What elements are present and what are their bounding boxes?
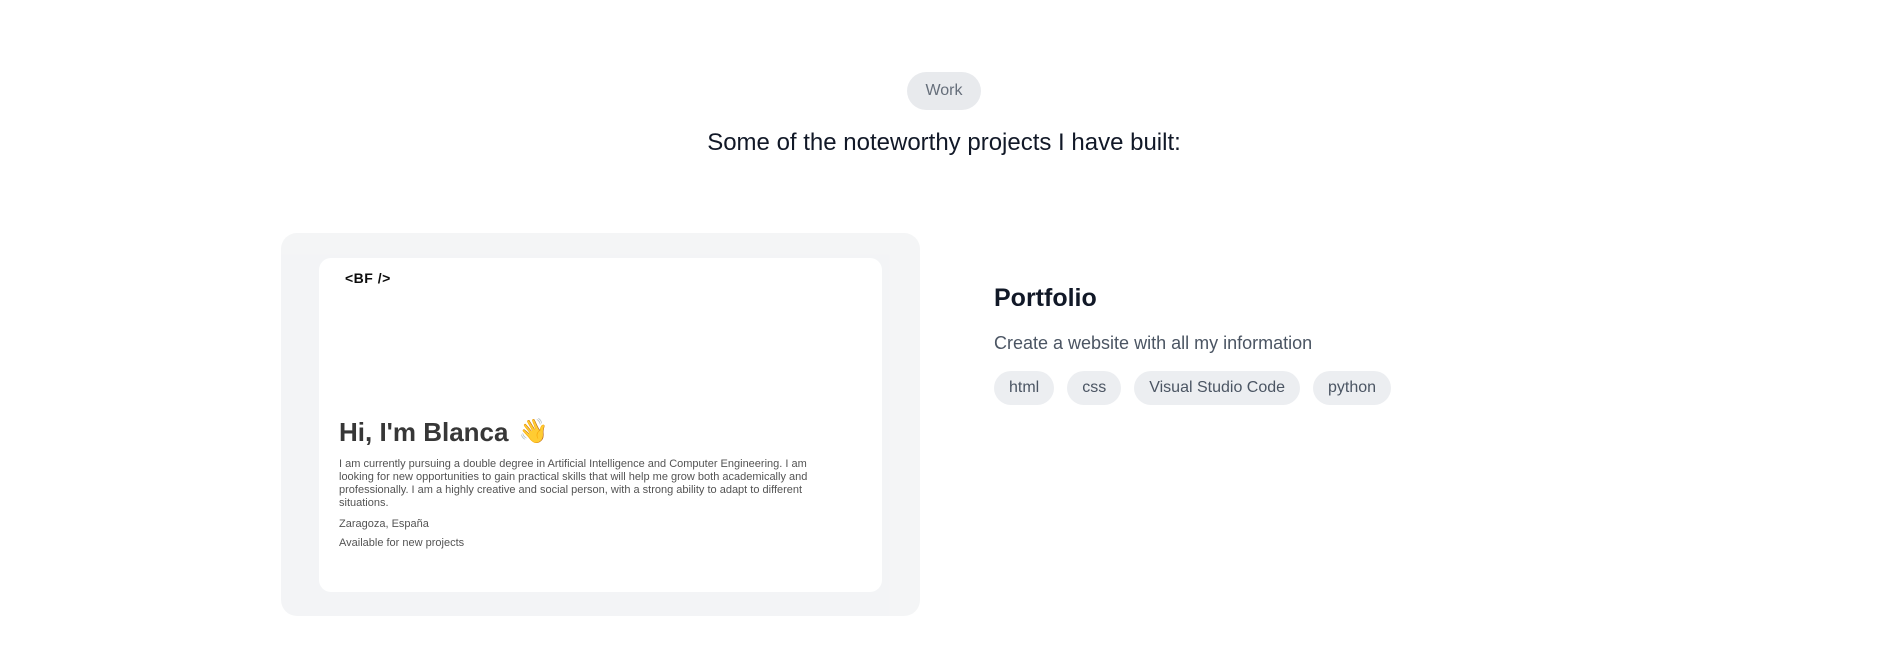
preview-location: Zaragoza, España [339,518,429,530]
work-section: Work Some of the noteworthy projects I h… [0,0,1888,658]
preview-hero: Hi, I'm Blanca 👋 I am currently pursuing… [339,416,839,550]
section-header: Work Some of the noteworthy projects I h… [0,72,1888,158]
preview-description: I am currently pursuing a double degree … [339,458,808,509]
project-info: Portfolio Create a website with all my i… [994,283,1594,405]
section-subtitle: Some of the noteworthy projects I have b… [707,129,1181,156]
preview-heading-text: Hi, I'm Blanca [339,417,509,447]
work-badge: Work [907,72,981,110]
preview-logo: <BF /> [345,270,391,286]
tag-vscode: Visual Studio Code [1134,371,1301,405]
project-preview-frame: <BF /> Hi, I'm Blanca 👋 I am currently p… [281,233,920,616]
preview-availability: Available for new projects [339,537,465,549]
waving-hand-icon: 👋 [518,418,549,445]
preview-heading: Hi, I'm Blanca 👋 [339,416,839,448]
tag-html: html [994,371,1055,405]
tag-css: css [1067,371,1122,405]
project-title: Portfolio [994,284,1097,312]
project-description: Create a website with all my information [994,333,1313,353]
project-preview-screenshot: <BF /> Hi, I'm Blanca 👋 I am currently p… [319,258,882,592]
tag-python: python [1313,371,1392,405]
tech-tags: html css Visual Studio Code python [994,371,1594,405]
